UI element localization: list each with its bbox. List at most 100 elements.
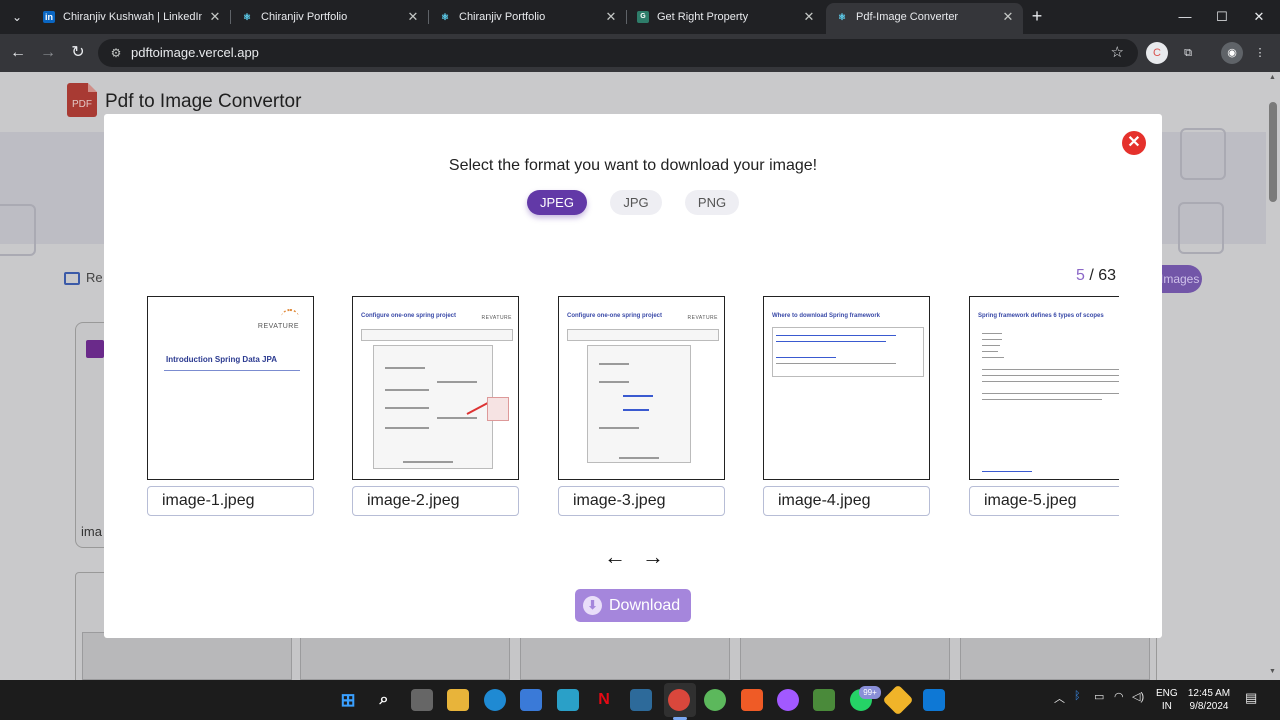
bluetooth-icon[interactable]: ᛒ: [1074, 690, 1081, 702]
close-icon[interactable]: ✕: [1001, 3, 1015, 31]
image-preview[interactable]: Configure one-one spring project REVATUR…: [352, 296, 519, 480]
search-icon[interactable]: ⌕: [373, 689, 395, 711]
select-checkbox[interactable]: [86, 340, 104, 358]
close-icon[interactable]: ✕: [208, 3, 222, 31]
bookmark-star-icon[interactable]: ☆: [1111, 43, 1124, 61]
page-preview: [82, 632, 292, 680]
edge-icon[interactable]: [484, 689, 506, 711]
address-bar[interactable]: ⚙ pdftoimage.vercel.app ☆: [98, 39, 1138, 67]
menu-dots-icon[interactable]: ⋮: [1249, 42, 1271, 64]
slide-brand: REVATURE: [481, 315, 512, 321]
scroll-up-icon[interactable]: ▲: [1269, 74, 1277, 81]
back-arrow-icon[interactable]: ←: [7, 42, 29, 64]
reupload-button[interactable]: Re: [64, 270, 103, 286]
volume-icon[interactable]: ◁): [1132, 690, 1144, 703]
file-explorer-icon[interactable]: [447, 689, 469, 711]
profile-avatar[interactable]: ◉: [1221, 42, 1243, 64]
notifications-icon[interactable]: ▤: [1245, 690, 1257, 706]
figma-icon[interactable]: [777, 689, 799, 711]
maximize-icon[interactable]: ☐: [1213, 7, 1231, 27]
link-line: [776, 341, 886, 342]
clock-time: 12:45 AM: [1187, 688, 1231, 699]
tab-portfolio-2[interactable]: ⚛ Chiranjiv Portfolio ✕: [429, 3, 626, 31]
page-preview: [740, 632, 950, 680]
filename-field[interactable]: image-1.jpeg: [147, 486, 314, 516]
reupload-label: Re: [86, 270, 103, 285]
image-preview[interactable]: Configure one-one spring project REVATUR…: [558, 296, 725, 480]
slide-brand: REVATURE: [257, 323, 299, 330]
tab-title: Chiranjiv Portfolio: [459, 11, 546, 23]
minimize-icon[interactable]: —: [1176, 7, 1194, 27]
image-preview[interactable]: Where to download Spring framework: [763, 296, 930, 480]
tab-get-right-property[interactable]: G Get Right Property ✕: [627, 3, 824, 31]
text-line: [385, 367, 425, 369]
close-icon[interactable]: ✕: [604, 3, 618, 31]
prev-arrow-button[interactable]: ←: [604, 546, 626, 568]
windows-start-icon[interactable]: ⊞: [337, 689, 359, 711]
scroll-down-icon[interactable]: ▼: [1269, 668, 1277, 675]
slide-heading: Introduction Spring Data JPA: [166, 355, 277, 364]
counter-current: 5: [1076, 267, 1085, 284]
wifi-icon[interactable]: ◠: [1114, 690, 1124, 703]
page-preview: [300, 632, 510, 680]
clock[interactable]: 12:45 AM 9/8/2024: [1186, 687, 1232, 713]
scrollbar-thumb[interactable]: [1269, 102, 1277, 202]
filename-field[interactable]: image-5.jpeg: [969, 486, 1119, 516]
store-icon[interactable]: [520, 689, 542, 711]
text-line: [982, 339, 1002, 340]
reload-icon[interactable]: ↻: [67, 42, 89, 64]
link-line: [982, 471, 1032, 472]
format-jpg-button[interactable]: JPG: [610, 190, 662, 215]
property-icon: G: [637, 11, 649, 23]
puzzle-icon[interactable]: ⧉: [1177, 42, 1199, 64]
pdf-logo: PDF: [67, 83, 97, 117]
netflix-icon[interactable]: N: [593, 689, 615, 711]
download-button[interactable]: ⬇ Download: [575, 589, 691, 622]
filename-field[interactable]: image-3.jpeg: [558, 486, 725, 516]
app-icon[interactable]: [557, 689, 579, 711]
tab-linkedin[interactable]: in Chiranjiv Kushwah | LinkedIn ✕: [33, 3, 230, 31]
vscode-icon[interactable]: [923, 689, 945, 711]
format-png-button[interactable]: PNG: [685, 190, 739, 215]
text-line: [385, 389, 429, 391]
pdf-icon: [1178, 202, 1224, 254]
close-modal-button[interactable]: ✕: [1122, 131, 1146, 155]
browser-tab-strip: ⌄ in Chiranjiv Kushwah | LinkedIn ✕ ⚛ Ch…: [0, 0, 1280, 34]
brave-icon[interactable]: [741, 689, 763, 711]
next-arrow-button[interactable]: →: [642, 546, 664, 568]
close-window-icon[interactable]: ✕: [1250, 7, 1268, 27]
page-preview: [960, 632, 1150, 680]
text-line: [982, 375, 1119, 376]
extension-icon[interactable]: C: [1146, 42, 1168, 64]
tab-pdf-image-converter[interactable]: ⚛ Pdf-Image Converter ✕: [826, 3, 1023, 34]
text-line: [599, 381, 629, 383]
app-icon[interactable]: [813, 689, 835, 711]
text-line: [385, 427, 429, 429]
filename-field[interactable]: image-4.jpeg: [763, 486, 930, 516]
app-icon[interactable]: [882, 684, 914, 716]
forward-arrow-icon[interactable]: →: [37, 42, 59, 64]
tab-title: Chiranjiv Portfolio: [261, 11, 348, 23]
language-code: ENG: [1156, 688, 1178, 699]
battery-icon[interactable]: ▭: [1094, 690, 1104, 703]
task-view-icon[interactable]: [411, 689, 433, 711]
chrome-icon[interactable]: [668, 689, 690, 711]
carousel-nav: ← →: [604, 546, 664, 568]
image-preview[interactable]: Spring framework defines 6 types of scop…: [969, 296, 1119, 480]
close-icon[interactable]: ✕: [802, 3, 816, 31]
text-line: [982, 333, 1002, 334]
close-icon[interactable]: ✕: [406, 3, 420, 31]
site-info-icon[interactable]: ⚙: [108, 45, 124, 61]
format-jpeg-button[interactable]: JPEG: [527, 190, 587, 215]
filename-field[interactable]: image-2.jpeg: [352, 486, 519, 516]
language-indicator[interactable]: ENG IN: [1156, 687, 1178, 713]
download-label: Download: [609, 597, 681, 614]
new-tab-button[interactable]: +: [1027, 6, 1047, 26]
image-preview[interactable]: REVATURE Introduction Spring Data JPA: [147, 296, 314, 480]
tab-portfolio-1[interactable]: ⚛ Chiranjiv Portfolio ✕: [231, 3, 428, 31]
page-scrollbar[interactable]: ▲ ▼: [1266, 72, 1280, 680]
app-icon[interactable]: [630, 689, 652, 711]
tray-chevron-icon[interactable]: ︿: [1054, 690, 1065, 706]
tab-search-button[interactable]: ⌄: [6, 7, 28, 27]
app-icon[interactable]: [704, 689, 726, 711]
